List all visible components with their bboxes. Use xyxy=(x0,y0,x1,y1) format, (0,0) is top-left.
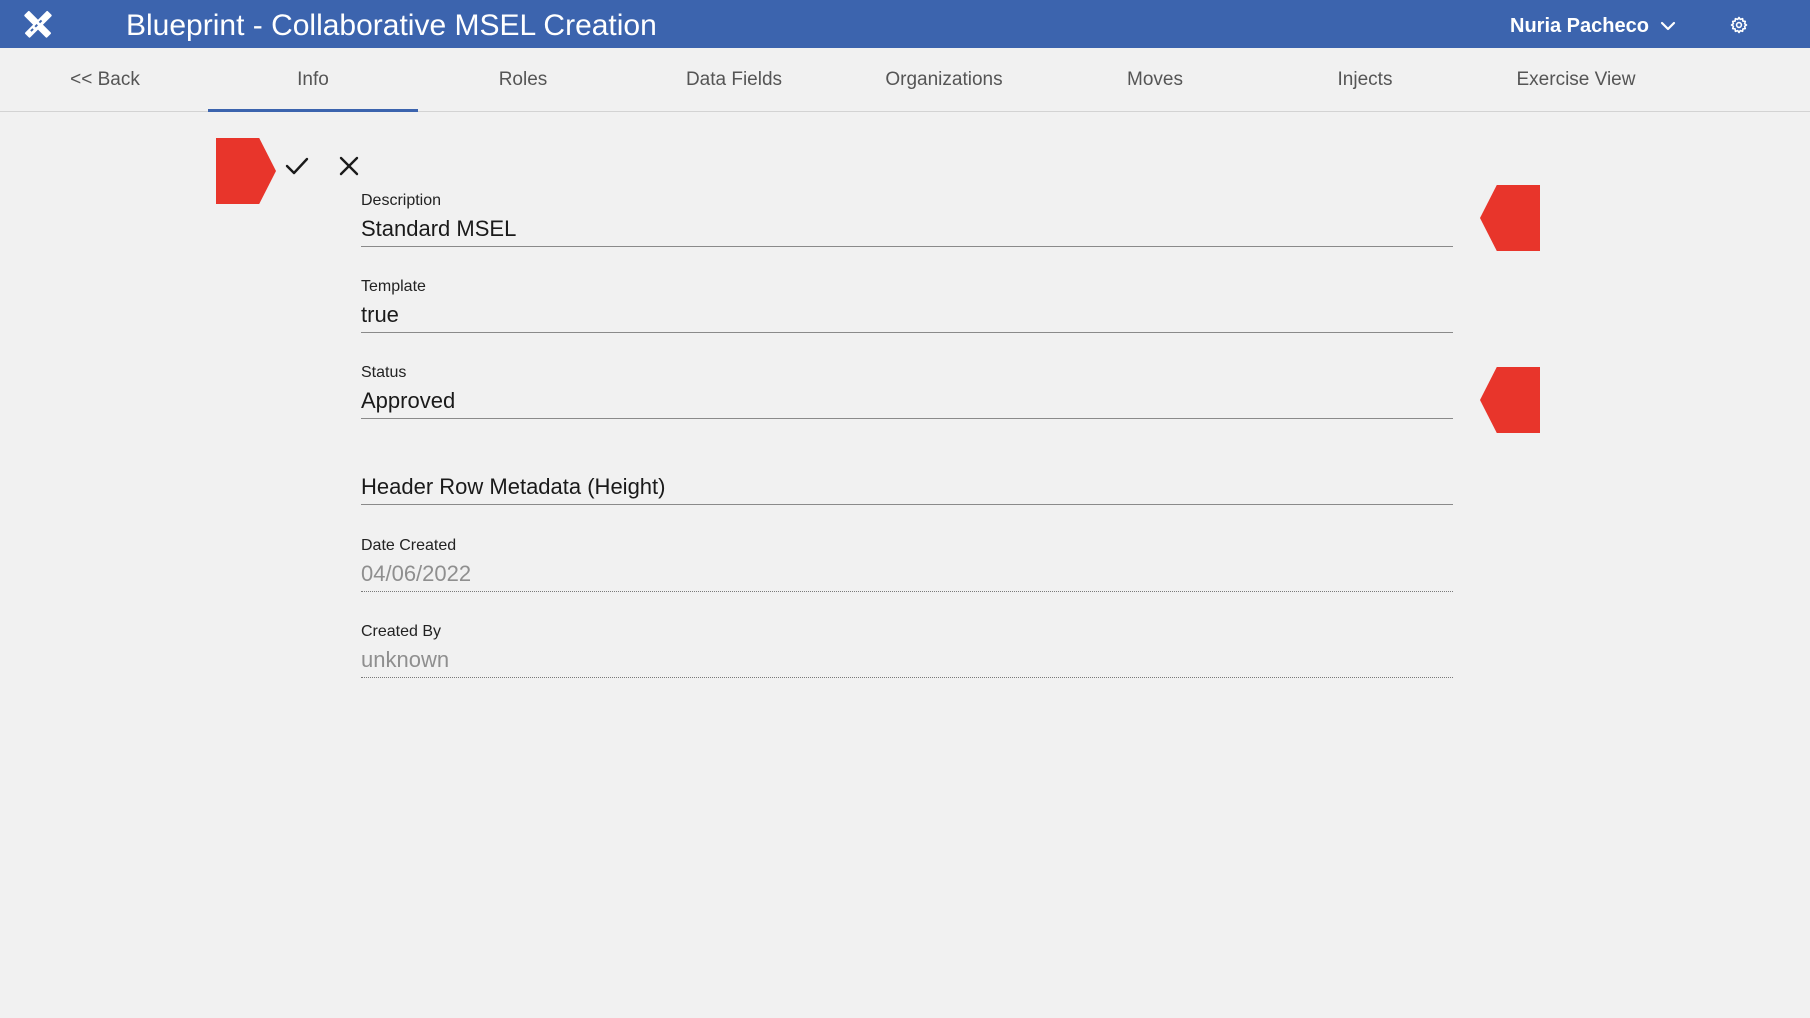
created-by-value: unknown xyxy=(361,642,1453,678)
tab-organizations[interactable]: Organizations xyxy=(839,48,1049,112)
template-field: Template true xyxy=(361,277,1453,333)
tab-roles[interactable]: Roles xyxy=(418,48,628,112)
created-by-label: Created By xyxy=(361,623,442,640)
date-created-label: Date Created xyxy=(361,537,457,554)
tab-info[interactable]: Info xyxy=(208,48,418,112)
tab-bar: << Back Info Roles Data Fields Organizat… xyxy=(0,48,1810,112)
status-input[interactable]: Approved xyxy=(361,383,1453,419)
header-row-metadata-field: Header Row Metadata (Height) xyxy=(361,449,1453,505)
template-label: Template xyxy=(361,278,426,295)
user-menu[interactable]: Nuria Pacheco xyxy=(1510,12,1677,40)
gear-icon[interactable] xyxy=(1730,16,1748,34)
close-icon[interactable] xyxy=(334,151,364,181)
status-field: Status Approved xyxy=(361,363,1453,419)
date-created-value: 04/06/2022 xyxy=(361,556,1453,592)
template-input[interactable]: true xyxy=(361,297,1453,333)
description-input[interactable]: Standard MSEL xyxy=(361,211,1453,247)
date-created-field: Date Created 04/06/2022 xyxy=(361,536,1453,592)
description-field: Description Standard MSEL xyxy=(361,191,1453,247)
annotation-marker-status xyxy=(1480,367,1540,433)
tab-moves[interactable]: Moves xyxy=(1050,48,1260,112)
description-label: Description xyxy=(361,192,442,209)
check-icon[interactable] xyxy=(282,151,312,181)
tab-back[interactable]: << Back xyxy=(0,48,210,112)
chevron-down-icon xyxy=(1660,21,1676,31)
annotation-marker-description xyxy=(1480,185,1540,251)
app-title: Blueprint - Collaborative MSEL Creation xyxy=(126,9,657,42)
pencil-ruler-icon[interactable] xyxy=(18,4,58,44)
annotation-marker-actions xyxy=(216,138,276,204)
created-by-field: Created By unknown xyxy=(361,622,1453,678)
user-name: Nuria Pacheco xyxy=(1510,14,1649,37)
app-header: Blueprint - Collaborative MSEL Creation … xyxy=(0,0,1810,48)
status-label: Status xyxy=(361,364,407,381)
tab-injects[interactable]: Injects xyxy=(1260,48,1470,112)
tab-data-fields[interactable]: Data Fields xyxy=(629,48,839,112)
header-row-metadata-input[interactable]: Header Row Metadata (Height) xyxy=(361,469,1453,505)
header-row-metadata-label xyxy=(361,449,1453,469)
tab-exercise-view[interactable]: Exercise View xyxy=(1471,48,1681,112)
